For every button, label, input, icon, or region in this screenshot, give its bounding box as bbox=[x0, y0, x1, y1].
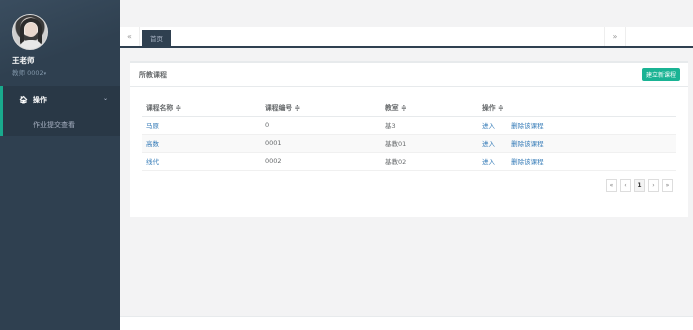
top-bar: « 首页 » bbox=[120, 0, 693, 48]
courses-panel: 所教课程 建立新课程 课程名称 ≑ 课程编号 ≑ 教室 ≑ 操作 ≑ 马原 0 … bbox=[130, 61, 688, 217]
delete-course-link[interactable]: 删除该课程 bbox=[511, 140, 544, 148]
avatar[interactable] bbox=[12, 14, 48, 50]
caret-down-icon: ▾ bbox=[43, 71, 47, 77]
next-page-button[interactable]: › bbox=[648, 179, 659, 192]
panel-header: 所教课程 建立新课程 bbox=[130, 63, 688, 87]
enter-course-link[interactable]: 进入 bbox=[482, 158, 495, 166]
delete-course-link[interactable]: 删除该课程 bbox=[511, 158, 544, 166]
table-row: 马原 0 基3 进入 删除该课程 bbox=[142, 116, 676, 135]
nav-section-label: 操作 bbox=[32, 96, 47, 104]
column-header-course-name[interactable]: 课程名称 ≑ bbox=[142, 99, 261, 117]
tab-home[interactable]: 首页 bbox=[142, 30, 171, 46]
course-name-link[interactable]: 高数 bbox=[146, 140, 159, 148]
course-name-link[interactable]: 马原 bbox=[146, 122, 159, 130]
course-code-cell: 0002 bbox=[261, 152, 381, 171]
column-header-classroom[interactable]: 教室 ≑ bbox=[381, 99, 478, 117]
table-row: 高数 0001 基教01 进入 删除该课程 bbox=[142, 134, 676, 153]
nav-section-operations[interactable]: 🏠︎ 操作 ⌄ bbox=[0, 86, 120, 114]
column-header-actions[interactable]: 操作 ≑ bbox=[478, 99, 676, 117]
courses-table: 课程名称 ≑ 课程编号 ≑ 教室 ≑ 操作 ≑ 马原 0 基3 进入 删除该课程… bbox=[142, 99, 676, 171]
actions-cell: 进入 删除该课程 bbox=[478, 152, 676, 171]
course-name-link[interactable]: 线代 bbox=[146, 158, 159, 166]
enter-course-link[interactable]: 进入 bbox=[482, 122, 495, 130]
footer-bar bbox=[120, 316, 693, 330]
actions-cell: 进入 删除该课程 bbox=[478, 134, 676, 153]
delete-course-link[interactable]: 删除该课程 bbox=[511, 122, 544, 130]
course-code-cell: 0001 bbox=[261, 134, 381, 153]
last-page-button[interactable]: » bbox=[662, 179, 673, 192]
course-name-cell: 线代 bbox=[142, 152, 261, 171]
sidebar: 王老师 教师 0002▾ 🏠︎ 操作 ⌄ 作业提交查看 bbox=[0, 0, 120, 330]
user-role-label: 教师 0002 bbox=[12, 69, 44, 77]
actions-cell: 进入 删除该课程 bbox=[478, 116, 676, 135]
classroom-cell: 基教01 bbox=[381, 134, 478, 153]
table-header-row: 课程名称 ≑ 课程编号 ≑ 教室 ≑ 操作 ≑ bbox=[142, 99, 676, 117]
page-1-button[interactable]: 1 bbox=[634, 179, 645, 192]
classroom-cell: 基教02 bbox=[381, 152, 478, 171]
enter-course-link[interactable]: 进入 bbox=[482, 140, 495, 148]
sidebar-item-homework-submissions[interactable]: 作业提交查看 bbox=[0, 114, 120, 136]
tab-scroll-right-button[interactable]: » bbox=[604, 27, 626, 46]
first-page-button[interactable]: « bbox=[606, 179, 617, 192]
course-name-cell: 马原 bbox=[142, 116, 261, 135]
chevron-down-icon: ⌄ bbox=[102, 95, 108, 102]
prev-page-button[interactable]: ‹ bbox=[620, 179, 631, 192]
user-role-dropdown[interactable]: 教师 0002▾ bbox=[12, 67, 120, 77]
create-course-button[interactable]: 建立新课程 bbox=[641, 68, 680, 81]
tab-scroll-left-button[interactable]: « bbox=[120, 27, 140, 46]
panel-title: 所教课程 bbox=[139, 70, 167, 79]
course-name-cell: 高数 bbox=[142, 134, 261, 153]
profile-block: 王老师 教师 0002▾ bbox=[0, 0, 120, 86]
user-name: 王老师 bbox=[12, 56, 35, 65]
course-code-cell: 0 bbox=[261, 116, 381, 135]
sidebar-item-label: 作业提交查看 bbox=[33, 121, 75, 129]
pagination: « ‹ 1 › » bbox=[606, 179, 673, 192]
classroom-cell: 基3 bbox=[381, 116, 478, 135]
table-row: 线代 0002 基教02 进入 删除该课程 bbox=[142, 152, 676, 171]
tab-strip: « 首页 » bbox=[120, 27, 693, 48]
column-header-course-code[interactable]: 课程编号 ≑ bbox=[261, 99, 381, 117]
home-icon: 🏠︎ bbox=[19, 96, 28, 104]
